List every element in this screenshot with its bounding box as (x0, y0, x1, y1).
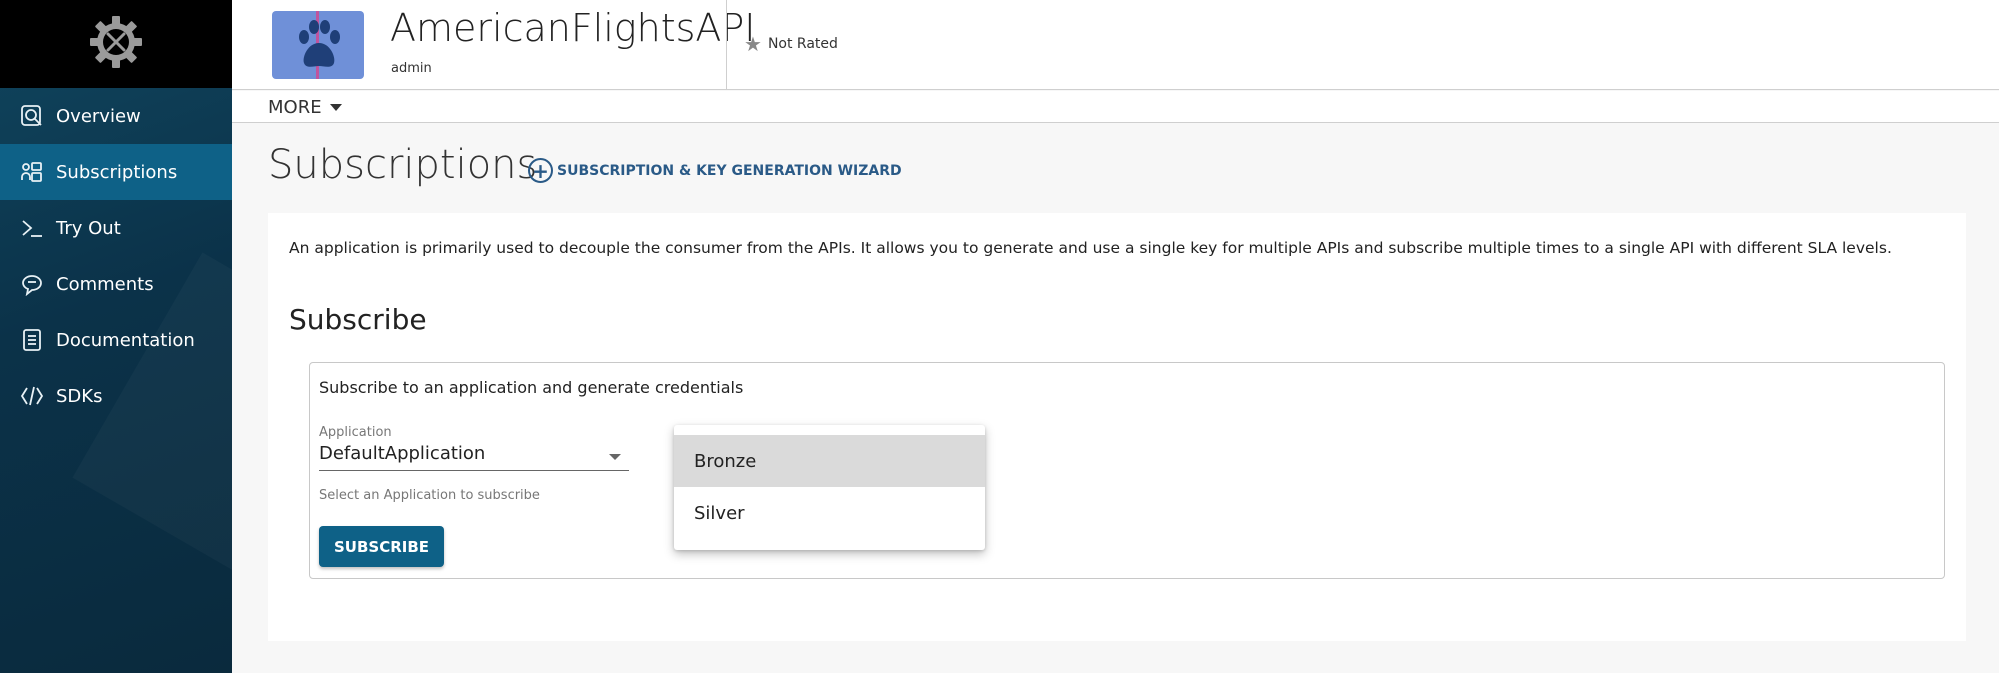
wizard-button[interactable]: + SUBSCRIPTION & KEY GENERATION WIZARD (528, 158, 902, 183)
subscribe-button[interactable]: SUBSCRIBE (319, 526, 444, 567)
content-panel: An application is primarily used to deco… (268, 213, 1966, 641)
comment-icon (18, 270, 46, 298)
page-title: Subscriptions (268, 142, 538, 188)
logo[interactable] (0, 0, 232, 88)
sidebar-item-label: Subscriptions (56, 161, 178, 183)
subscriptions-icon (18, 158, 46, 186)
plus-circle-icon: + (528, 158, 553, 183)
subscribe-heading: Subscribe (289, 303, 427, 336)
api-header: AmericanFlightsAPI admin ★ Not Rated (232, 0, 1999, 90)
api-thumbnail (272, 11, 364, 79)
sidebar-item-documentation[interactable]: Documentation (0, 312, 232, 368)
more-menu-button[interactable]: MORE (268, 97, 342, 118)
tier-dropdown-menu: Bronze Silver (674, 425, 985, 550)
rating[interactable]: ★ Not Rated (744, 32, 838, 56)
search-doc-icon (18, 102, 46, 130)
sidebar-item-label: Comments (56, 273, 154, 295)
tier-option-bronze[interactable]: Bronze (674, 435, 985, 487)
sidebar-item-subscriptions[interactable]: Subscriptions (0, 144, 232, 200)
sidebar-item-label: Overview (56, 105, 141, 127)
code-icon (18, 382, 46, 410)
sidebar-item-label: SDKs (56, 385, 103, 407)
more-label: MORE (268, 97, 322, 118)
sidebar-item-overview[interactable]: Overview (0, 88, 232, 144)
subscribe-box: Subscribe to an application and generate… (309, 362, 1945, 579)
more-bar: MORE (232, 91, 1999, 123)
dropdown-arrow-icon (609, 454, 621, 460)
application-value: DefaultApplication (319, 443, 486, 464)
caret-down-icon (329, 104, 342, 111)
star-icon[interactable]: ★ (744, 32, 762, 56)
sidebar: Overview Subscriptions Try Out Comments … (0, 0, 232, 673)
wizard-label: SUBSCRIPTION & KEY GENERATION WIZARD (557, 162, 902, 179)
api-title: AmericanFlightsAPI (390, 6, 756, 50)
sidebar-item-try-out[interactable]: Try Out (0, 200, 232, 256)
terminal-icon (18, 214, 46, 242)
rating-text: Not Rated (767, 36, 838, 52)
paw-icon (294, 19, 344, 75)
sidebar-item-label: Documentation (56, 329, 195, 351)
api-owner: admin (391, 61, 432, 76)
sidebar-item-sdks[interactable]: SDKs (0, 368, 232, 424)
application-description: An application is primarily used to deco… (289, 239, 1892, 257)
sidebar-item-comments[interactable]: Comments (0, 256, 232, 312)
subscribe-box-title: Subscribe to an application and generate… (319, 378, 744, 397)
sidebar-item-label: Try Out (56, 217, 121, 239)
application-label: Application (319, 425, 392, 440)
application-select[interactable]: DefaultApplication (319, 443, 629, 471)
application-help-text: Select an Application to subscribe (319, 488, 540, 503)
document-icon (18, 326, 46, 354)
gear-tools-icon (87, 13, 145, 75)
header-divider (726, 0, 727, 90)
tier-option-silver[interactable]: Silver (674, 487, 985, 539)
